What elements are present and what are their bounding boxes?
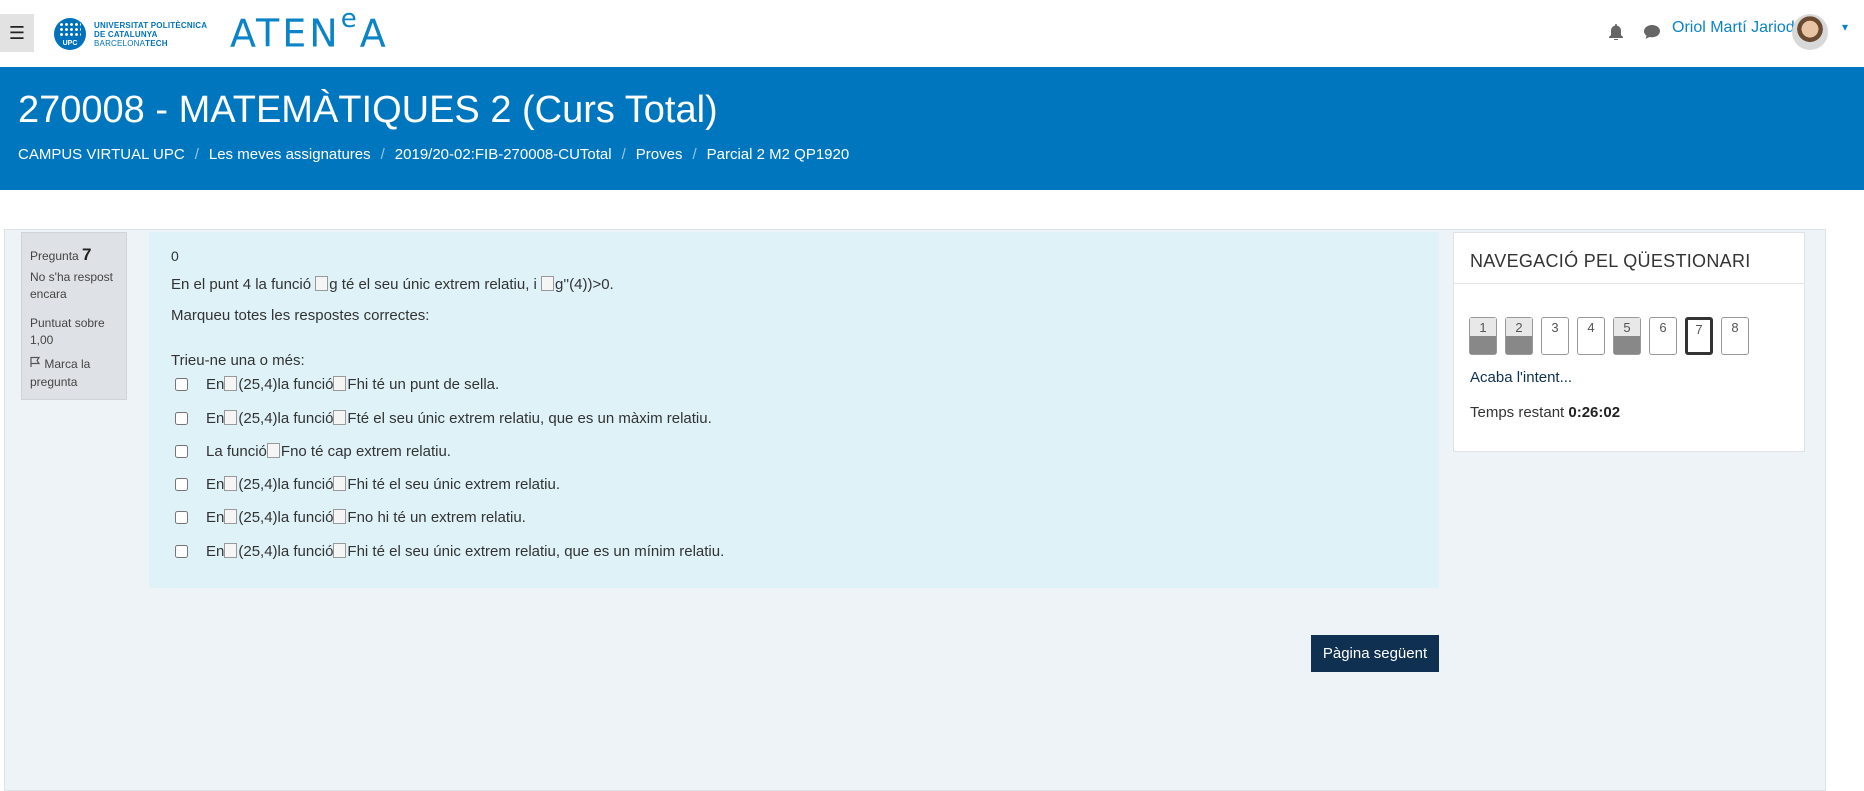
breadcrumb-item-quiz[interactable]: Parcial 2 M2 QP1920 xyxy=(707,146,850,163)
quiz-navigation-title: NAVEGACIÓ PEL QÜESTIONARI xyxy=(1470,251,1751,271)
answer-option[interactable]: En (25,4) la funció F hi té el seu únic … xyxy=(171,543,724,560)
finish-attempt-link[interactable]: Acaba l'intent... xyxy=(1470,369,1572,386)
quiz-nav-button-4[interactable]: 4 xyxy=(1577,317,1605,355)
breadcrumb-item-campus[interactable]: CAMPUS VIRTUAL UPC xyxy=(18,146,185,163)
formula-image: (25,4) xyxy=(224,509,278,526)
formula-image: (25,4) xyxy=(224,376,278,393)
answer-checkbox[interactable] xyxy=(175,511,188,524)
user-name-link[interactable]: Oriol Martí Jariod xyxy=(1672,19,1795,37)
breadcrumb-separator: / xyxy=(194,146,199,163)
formula-image: (25,4) xyxy=(224,543,278,560)
page-body: Pregunta 7 No s'ha respost encara Puntua… xyxy=(0,207,1864,791)
question-info-box: Pregunta 7 No s'ha respost encara Puntua… xyxy=(21,232,127,400)
menu-toggle-button[interactable]: ☰ xyxy=(0,14,34,52)
chevron-down-icon[interactable]: ▾ xyxy=(1842,20,1848,34)
breadcrumb-item-course[interactable]: 2019/20-02:FIB-270008-CUTotal xyxy=(395,146,612,163)
quiz-nav-button-2[interactable]: 2 xyxy=(1505,317,1533,355)
breadcrumb-separator: / xyxy=(380,146,385,163)
bell-icon[interactable] xyxy=(1609,24,1623,45)
question-marks: Puntuat sobre 1,00 xyxy=(30,316,105,347)
quiz-question-buttons: 1 2 3 4 5 6 7 8 xyxy=(1469,317,1757,355)
question-grade: 0 xyxy=(171,248,179,264)
page-header: 270008 - MATEMÀTIQUES 2 (Curs Total) CAM… xyxy=(0,67,1864,190)
question-number-label: Pregunta 7 xyxy=(30,245,92,264)
formula-image: F xyxy=(333,376,357,393)
chat-icon[interactable] xyxy=(1643,24,1661,45)
question-status: No s'ha respost encara xyxy=(30,270,113,301)
atenea-logo[interactable]: ATENeA xyxy=(230,4,389,56)
quiz-nav-button-6[interactable]: 6 xyxy=(1649,317,1677,355)
answer-option[interactable]: La funció F no té cap extrem relatiu. xyxy=(171,443,451,460)
breadcrumb-item-my-courses[interactable]: Les meves assignatures xyxy=(209,146,371,163)
question-content: 0 En el punt 4 la funció g té el seu úni… xyxy=(149,232,1439,588)
answer-option[interactable]: En (25,4) la funció F té el seu únic ext… xyxy=(171,410,712,427)
formula-image: (25,4) xyxy=(224,476,278,493)
hamburger-icon: ☰ xyxy=(8,23,26,43)
breadcrumb: CAMPUS VIRTUAL UPC / Les meves assignatu… xyxy=(18,146,849,163)
quiz-navigation-block: NAVEGACIÓ PEL QÜESTIONARI 1 2 3 4 5 6 7 … xyxy=(1453,232,1805,452)
answer-checkbox[interactable] xyxy=(175,445,188,458)
answer-checkbox[interactable] xyxy=(175,378,188,391)
formula-image: F xyxy=(266,443,290,460)
answer-checkbox[interactable] xyxy=(175,412,188,425)
top-navbar: ☰ UPC UNIVERSITAT POLITÈCNICA DE CATALUN… xyxy=(0,0,1864,67)
answer-option[interactable]: En (25,4) la funció F hi té un punt de s… xyxy=(171,376,499,393)
quiz-nav-button-8[interactable]: 8 xyxy=(1721,317,1749,355)
breadcrumb-item-tests[interactable]: Proves xyxy=(636,146,683,163)
answer-checkbox[interactable] xyxy=(175,545,188,558)
page-title: 270008 - MATEMÀTIQUES 2 (Curs Total) xyxy=(18,89,718,131)
quiz-nav-button-3[interactable]: 3 xyxy=(1541,317,1569,355)
question-instruction: Marqueu totes les respostes correctes: xyxy=(171,307,430,324)
avatar[interactable] xyxy=(1792,14,1828,50)
formula-image: F xyxy=(333,509,357,526)
upc-logo-text: UNIVERSITAT POLITÈCNICA DE CATALUNYA BAR… xyxy=(94,20,208,48)
upc-seal-icon: UPC xyxy=(54,18,86,50)
upc-logo[interactable]: UPC UNIVERSITAT POLITÈCNICA DE CATALUNYA… xyxy=(54,16,207,52)
formula-image: g''(4))>0 xyxy=(541,276,610,293)
flag-question-link[interactable]: Marca la pregunta xyxy=(30,355,122,391)
formula-image: g xyxy=(315,276,338,293)
question-text: En el punt 4 la funció g té el seu únic … xyxy=(171,276,614,293)
flag-icon xyxy=(30,356,44,371)
quiz-nav-button-5[interactable]: 5 xyxy=(1613,317,1641,355)
formula-image: F xyxy=(333,543,357,560)
breadcrumb-separator: / xyxy=(621,146,626,163)
formula-image: (25,4) xyxy=(224,410,278,427)
quiz-nav-button-7[interactable]: 7 xyxy=(1685,317,1713,355)
answer-option[interactable]: En (25,4) la funció F no hi té un extrem… xyxy=(171,509,526,526)
answer-checkbox[interactable] xyxy=(175,478,188,491)
time-remaining-value: 0:26:02 xyxy=(1568,404,1621,421)
formula-image: F xyxy=(333,476,357,493)
answer-option[interactable]: En (25,4) la funció F hi té el seu únic … xyxy=(171,476,560,493)
breadcrumb-separator: / xyxy=(692,146,697,163)
formula-image: F xyxy=(333,410,357,427)
answer-prompt: Trieu-ne una o més: xyxy=(171,352,305,369)
question-number: 7 xyxy=(82,245,92,264)
time-remaining: Temps restant 0:26:02 xyxy=(1470,404,1621,421)
divider xyxy=(1454,283,1804,284)
quiz-nav-button-1[interactable]: 1 xyxy=(1469,317,1497,355)
next-page-button[interactable]: Pàgina següent xyxy=(1311,635,1439,672)
content-area: Pregunta 7 No s'ha respost encara Puntua… xyxy=(4,229,1826,791)
